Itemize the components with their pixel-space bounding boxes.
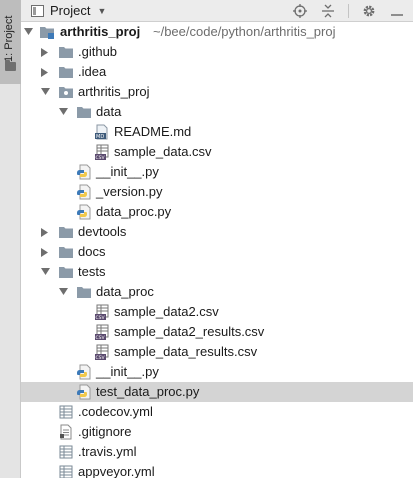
tree-item-label: data	[96, 104, 122, 119]
tree-row-tests-init-py[interactable]: __init__.py	[21, 362, 413, 382]
folder-icon	[76, 104, 92, 120]
tree-row-arthritis-proj-package[interactable]: arthritis_proj	[21, 82, 413, 102]
tree-item-label: test_data_proc.py	[96, 384, 200, 399]
tree-item-label: .codecov.yml	[78, 404, 153, 419]
tree-item-label: .travis.yml	[78, 444, 137, 459]
root-folder-path: ~/bee/code/python/arthritis_proj	[153, 24, 336, 39]
expanded-arrow-icon[interactable]	[23, 27, 33, 37]
tree-row-idea[interactable]: .idea	[21, 62, 413, 82]
tree-row-codecov-yml[interactable]: .codecov.yml	[21, 402, 413, 422]
expanded-arrow-icon[interactable]	[58, 107, 68, 117]
project-toolbar: Project ▼	[21, 0, 413, 22]
tree-row-data-proc-py[interactable]: data_proc.py	[21, 202, 413, 222]
tree-row-tests[interactable]: tests	[21, 262, 413, 282]
tree-item-label: data_proc	[96, 284, 154, 299]
tree-item-label: .gitignore	[78, 424, 132, 439]
collapsed-arrow-icon[interactable]	[40, 67, 50, 77]
tree-item-label: sample_data_results.csv	[114, 344, 258, 359]
tree-row-sample-data-results-csv[interactable]: CSV sample_data_results.csv	[21, 342, 413, 362]
tree-row-github[interactable]: .github	[21, 42, 413, 62]
tree-item-label: sample_data2.csv	[114, 304, 219, 319]
tree-item-label: README.md	[114, 124, 192, 139]
tree-row-readme[interactable]: MD README.md	[21, 122, 413, 142]
project-view-icon	[31, 4, 44, 17]
tree-item-label: devtools	[78, 224, 127, 239]
tree-row-docs[interactable]: docs	[21, 242, 413, 262]
yaml-file-icon	[58, 404, 74, 420]
collapse-all-icon[interactable]	[320, 3, 336, 19]
tree-row-sample-data2-results-csv[interactable]: CSV sample_data2_results.csv	[21, 322, 413, 342]
tree-item-label: sample_data.csv	[114, 144, 212, 159]
tree-item-label: .github	[78, 44, 118, 59]
tree-row-data-folder[interactable]: data	[21, 102, 413, 122]
tree-item-label: .idea	[78, 64, 107, 79]
python-file-icon	[76, 384, 92, 400]
svg-text:CSV: CSV	[96, 155, 106, 160]
tree-item-label: docs	[78, 244, 106, 259]
text-file-icon	[58, 424, 74, 440]
folder-icon	[58, 224, 74, 240]
collapsed-arrow-icon[interactable]	[40, 227, 50, 237]
module-folder-icon	[39, 24, 55, 40]
tree-item-label: __init__.py	[96, 164, 159, 179]
python-file-icon	[76, 164, 92, 180]
tree-row-root[interactable]: arthritis_proj ~/bee/code/python/arthrit…	[21, 22, 413, 42]
folder-icon	[58, 64, 74, 80]
toolbar-divider	[348, 3, 349, 18]
svg-text:MD: MD	[96, 134, 104, 140]
folder-icon	[58, 44, 74, 60]
expanded-arrow-icon[interactable]	[40, 87, 50, 97]
folder-icon	[58, 244, 74, 260]
project-tab-label: 1: Project	[3, 15, 15, 62]
chevron-down-icon[interactable]: ▼	[97, 6, 106, 16]
tree-row-init-py[interactable]: __init__.py	[21, 162, 413, 182]
python-file-icon	[76, 204, 92, 220]
locate-file-icon[interactable]	[292, 3, 308, 19]
svg-text:CSV: CSV	[96, 335, 106, 340]
tree-row-version-py[interactable]: _version.py	[21, 182, 413, 202]
tree-item-label: arthritis_proj	[78, 84, 150, 99]
tree-item-label: __init__.py	[96, 364, 159, 379]
tree-item-label: data_proc.py	[96, 204, 172, 219]
tree-row-appveyor-yml[interactable]: appveyor.yml	[21, 462, 413, 478]
folder-icon	[58, 264, 74, 280]
package-folder-icon	[58, 84, 74, 100]
csv-file-icon: CSV	[94, 144, 110, 161]
tree-item-label: appveyor.yml	[78, 464, 155, 478]
tool-window-strip: 1: Project	[0, 0, 21, 478]
yaml-file-icon	[58, 464, 74, 478]
python-file-icon	[76, 184, 92, 200]
root-folder-label: arthritis_proj	[60, 24, 141, 39]
tree-row-sample-data2-csv[interactable]: CSV sample_data2.csv	[21, 302, 413, 322]
svg-text:CSV: CSV	[96, 315, 106, 320]
tree-row-gitignore[interactable]: .gitignore	[21, 422, 413, 442]
tree-item-label: tests	[78, 264, 106, 279]
svg-text:CSV: CSV	[96, 355, 106, 360]
python-file-icon	[76, 364, 92, 380]
project-view-title[interactable]: Project	[50, 3, 90, 18]
yaml-file-icon	[58, 444, 74, 460]
csv-file-icon: CSV	[94, 304, 110, 321]
project-tree: arthritis_proj ~/bee/code/python/arthrit…	[21, 22, 413, 478]
csv-file-icon: CSV	[94, 324, 110, 341]
markdown-file-icon: MD	[94, 124, 110, 140]
expanded-arrow-icon[interactable]	[40, 267, 50, 277]
tree-item-label: _version.py	[96, 184, 163, 199]
tree-item-label: sample_data2_results.csv	[114, 324, 265, 339]
tree-row-test-data-proc-py[interactable]: test_data_proc.py	[21, 382, 413, 402]
tree-row-travis-yml[interactable]: .travis.yml	[21, 442, 413, 462]
tree-row-sample-data-csv[interactable]: CSV sample_data.csv	[21, 142, 413, 162]
tree-row-devtools[interactable]: devtools	[21, 222, 413, 242]
tree-row-data-proc-folder[interactable]: data_proc	[21, 282, 413, 302]
project-tool-window-tab[interactable]: 1: Project	[0, 0, 21, 84]
folder-icon	[5, 60, 16, 71]
expanded-arrow-icon[interactable]	[58, 287, 68, 297]
gear-icon[interactable]	[361, 3, 377, 19]
hide-panel-icon[interactable]	[389, 3, 405, 19]
collapsed-arrow-icon[interactable]	[40, 247, 50, 257]
folder-icon	[76, 284, 92, 300]
collapsed-arrow-icon[interactable]	[40, 47, 50, 57]
csv-file-icon: CSV	[94, 344, 110, 361]
